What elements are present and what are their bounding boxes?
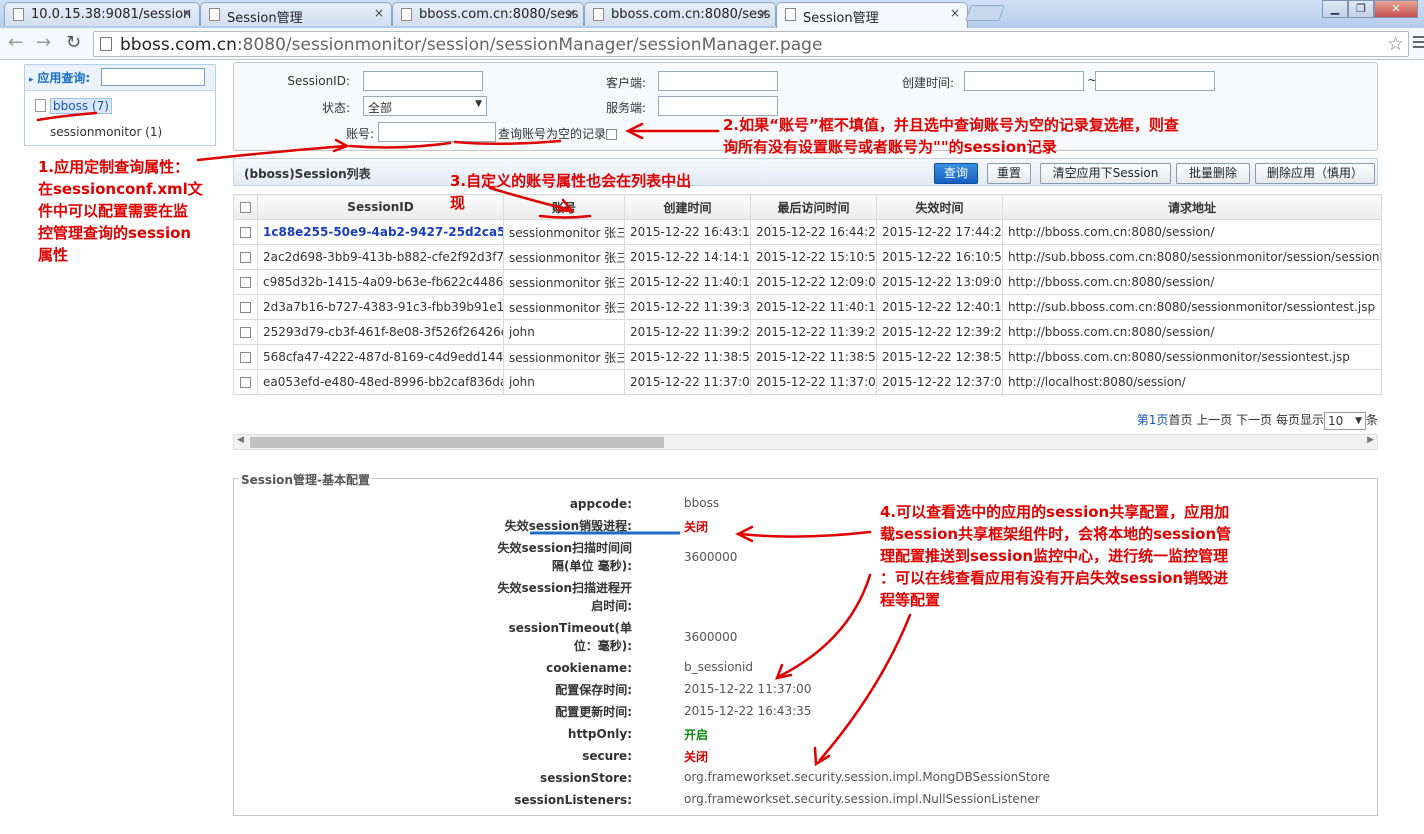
underline-account-column	[538, 214, 592, 219]
annotation-2: 2.如果“账号”框不填值，并且选中查询账号为空的记录复选框，则查 询所有没有设置账…	[723, 116, 1179, 156]
arrow-annotation-4b	[778, 573, 872, 678]
underline-account	[348, 141, 452, 149]
annotation-arrows	[36, 111, 912, 767]
annotation-4: 4.可以查看选中的应用的session共享配置，应用加 载session共享框架组…	[880, 503, 1232, 609]
annotation-1: 1.应用定制查询属性： 在sessionconf.xml文 件中可以配置需要在监 控管…	[38, 158, 203, 264]
underline-bboss	[36, 111, 98, 122]
arrow-annotation-4a	[738, 530, 872, 538]
annotation-3: 3.自定义的账号属性也会在列表中出现	[450, 172, 692, 212]
arrow-annotation-1	[196, 144, 347, 162]
